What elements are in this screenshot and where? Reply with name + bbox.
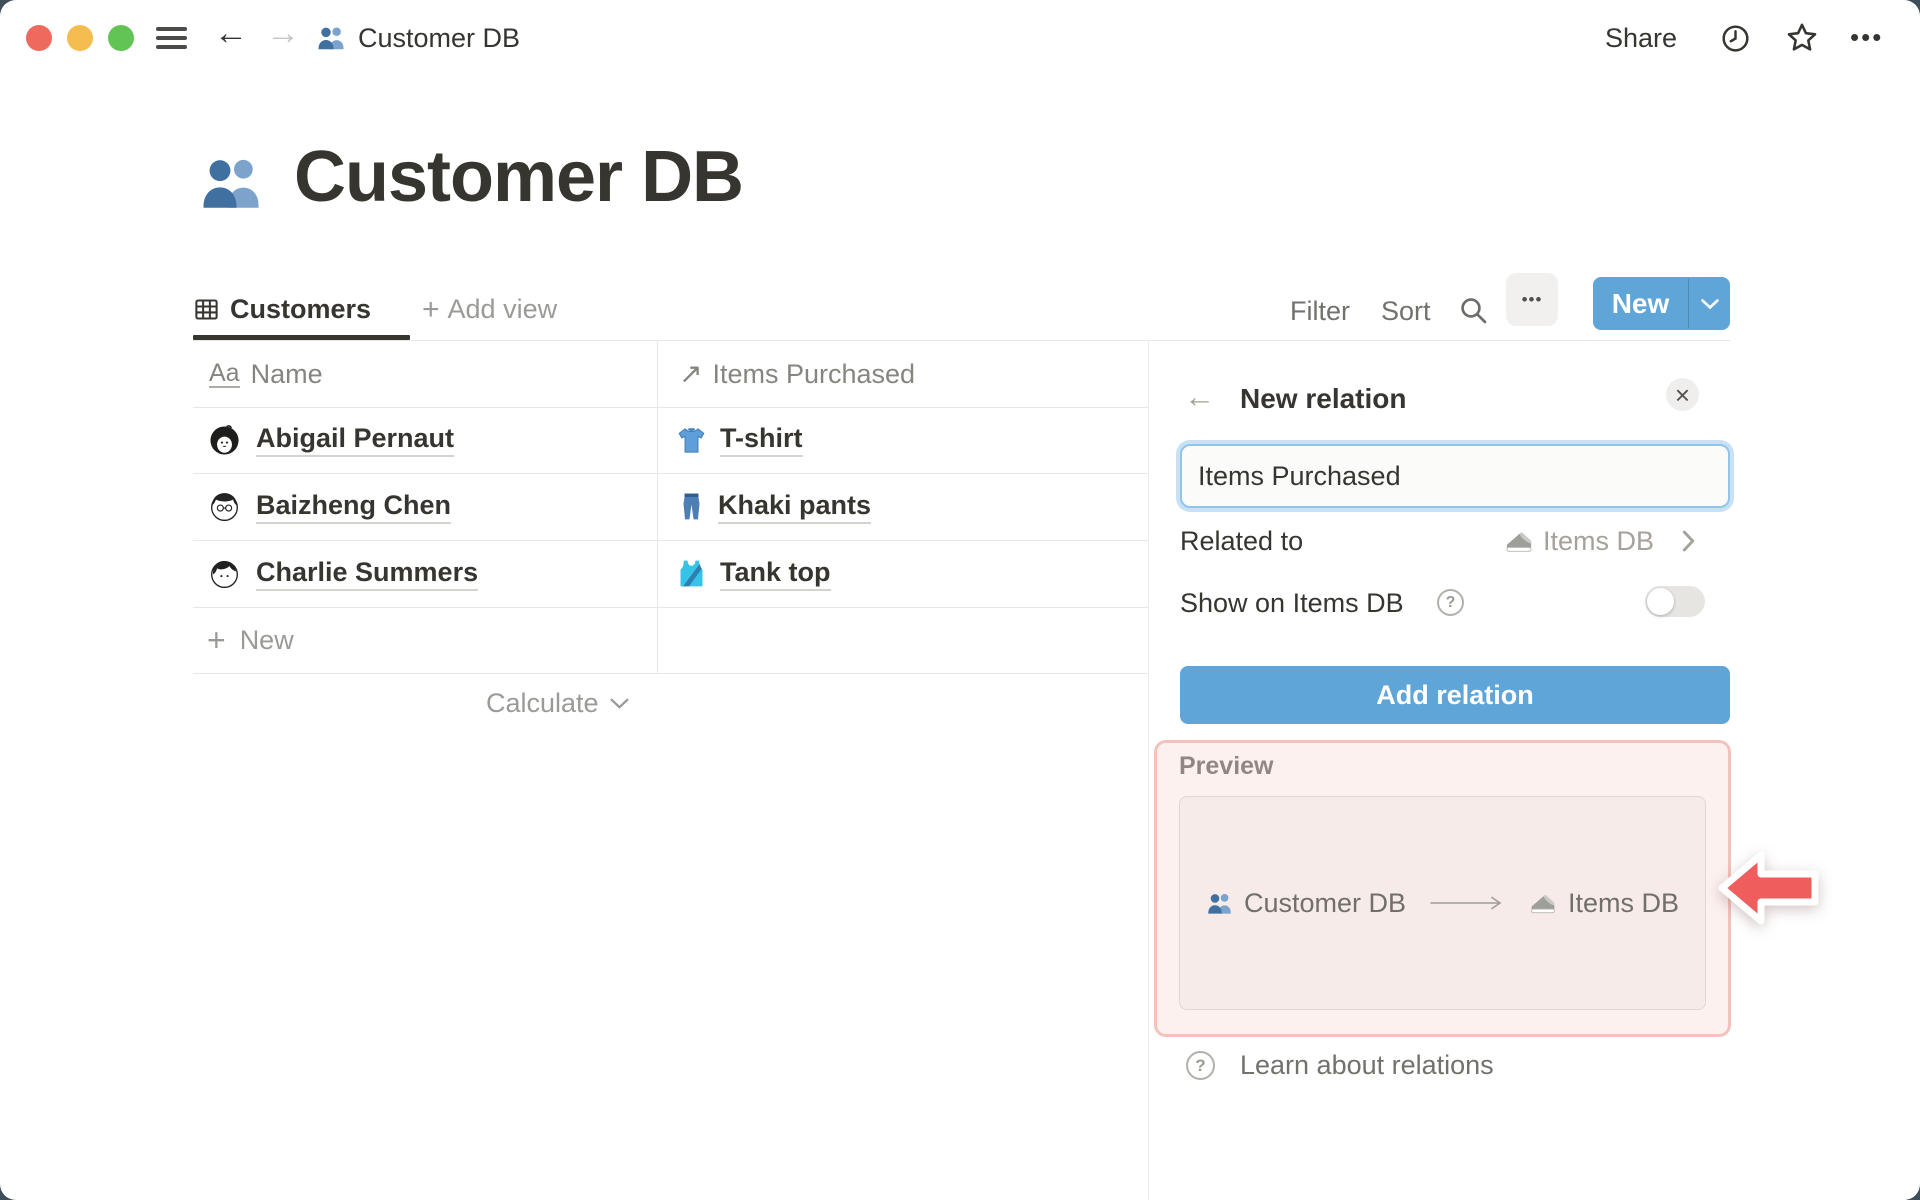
table-row-name-cell[interactable]: Baizheng Chen [209,473,452,540]
sneaker-icon [1503,526,1534,557]
panel-title: New relation [1240,383,1407,414]
grid-line [193,673,1148,674]
toolbar-divider [193,340,1730,341]
relation-name-input[interactable] [1180,444,1730,508]
tshirt-icon [676,425,707,456]
topbar-more-icon[interactable]: ••• [1850,24,1883,50]
panel-close-button[interactable]: × [1666,378,1699,411]
row-name-link[interactable]: Charlie Summers [256,557,479,591]
jeans-icon [678,491,705,522]
chevron-down-icon [610,698,629,709]
sort-button[interactable]: Sort [1381,296,1431,327]
add-view-label: Add view [447,294,558,324]
share-button[interactable]: Share [1605,23,1677,54]
panel-back-icon[interactable]: ← [1184,381,1215,412]
tab-customers-label: Customers [230,294,372,324]
busts-icon [1206,890,1233,917]
titlebar-title: Customer DB [358,23,521,53]
chevron-right-icon [1682,530,1695,552]
favorite-star-icon[interactable] [1784,20,1820,56]
avatar-charlie-icon [209,558,240,589]
filter-button[interactable]: Filter [1290,296,1350,327]
avatar-baizheng-icon [209,491,240,522]
question-glyph: ? [1195,1055,1206,1075]
table-row-item-cell[interactable]: Khaki pants [678,473,872,540]
question-glyph: ? [1445,593,1456,611]
learn-label: Learn about relations [1240,1050,1494,1080]
new-record-button[interactable]: New [1593,277,1688,330]
window-minimize-button[interactable] [67,25,93,51]
toggle-knob [1647,588,1674,615]
add-relation-button[interactable]: Add relation [1180,666,1730,724]
annotation-arrow-icon [1716,846,1822,930]
new-record-button-group: New [1593,277,1730,330]
show-on-toggle[interactable] [1645,586,1705,617]
sneaker-icon [1528,889,1557,918]
grid-line [193,607,1148,608]
more-dots-icon: ••• [1521,290,1543,309]
row-name-link[interactable]: Baizheng Chen [256,490,452,524]
add-view-button[interactable]: + Add view [422,294,557,325]
related-to-value-button[interactable]: Items DB [1503,521,1696,561]
plus-icon: + [422,292,440,326]
column-name-label: Name [250,358,323,389]
relation-direction-arrow [1430,896,1502,910]
plus-icon: + [207,622,226,658]
clock-icon[interactable] [1719,22,1752,55]
learn-about-relations-link[interactable]: ? Learn about relations [1186,1050,1494,1081]
tanktop-icon [676,558,707,589]
panel-divider [1148,341,1149,1200]
back-icon[interactable]: ← [214,16,248,50]
page-icon-busts[interactable] [198,150,264,216]
calculate-button[interactable]: Calculate [486,673,630,733]
new-row-label: New [239,624,294,655]
new-row-button[interactable]: + New [207,607,294,673]
row-item-link[interactable]: Khaki pants [718,490,872,524]
forward-icon[interactable]: → [266,16,300,50]
table-row-item-cell[interactable]: T-shirt [676,407,803,473]
chevron-down-icon [1700,298,1719,309]
related-to-value: Items DB [1543,525,1655,556]
sidebar-menu-icon[interactable] [156,27,187,49]
related-to-label: Related to [1180,526,1304,556]
window-close-button[interactable] [26,25,52,51]
column-divider [657,341,658,673]
help-icon: ? [1186,1051,1215,1080]
relation-property-icon: ↗ [679,358,703,389]
show-on-label: Show on Items DB [1180,588,1404,618]
row-item-link[interactable]: T-shirt [720,423,803,457]
busts-icon [316,23,346,53]
title-property-icon: Aa [209,358,240,389]
search-icon[interactable] [1457,294,1489,326]
table-view-icon [193,296,220,323]
preview-target-label: Items DB [1568,887,1680,918]
relation-preview-diagram: Customer DB Items DB [1179,796,1706,1010]
table-row-name-cell[interactable]: Charlie Summers [209,540,479,607]
preview-label: Preview [1179,752,1274,780]
window-zoom-button[interactable] [108,25,134,51]
calculate-label: Calculate [486,687,599,718]
row-item-link[interactable]: Tank top [720,557,831,591]
view-options-button[interactable]: ••• [1506,273,1558,326]
notion-window: ← → Customer DB Share ••• Customer DB Cu… [0,0,1920,1200]
table-row-item-cell[interactable]: Tank top [676,540,831,607]
tab-customers[interactable]: Customers [193,294,371,325]
help-icon[interactable]: ? [1437,589,1464,616]
page-title[interactable]: Customer DB [294,136,744,218]
table-row-name-cell[interactable]: Abigail Pernaut [209,407,455,473]
avatar-abigail-icon [209,424,240,456]
new-record-dropdown-button[interactable] [1689,277,1730,330]
column-header-items-purchased[interactable]: ↗ Items Purchased [679,341,915,407]
close-icon: × [1674,379,1691,410]
row-name-link[interactable]: Abigail Pernaut [256,423,455,457]
column-items-label: Items Purchased [712,358,916,389]
preview-source-label: Customer DB [1243,887,1406,918]
column-header-name[interactable]: Aa Name [209,341,323,407]
